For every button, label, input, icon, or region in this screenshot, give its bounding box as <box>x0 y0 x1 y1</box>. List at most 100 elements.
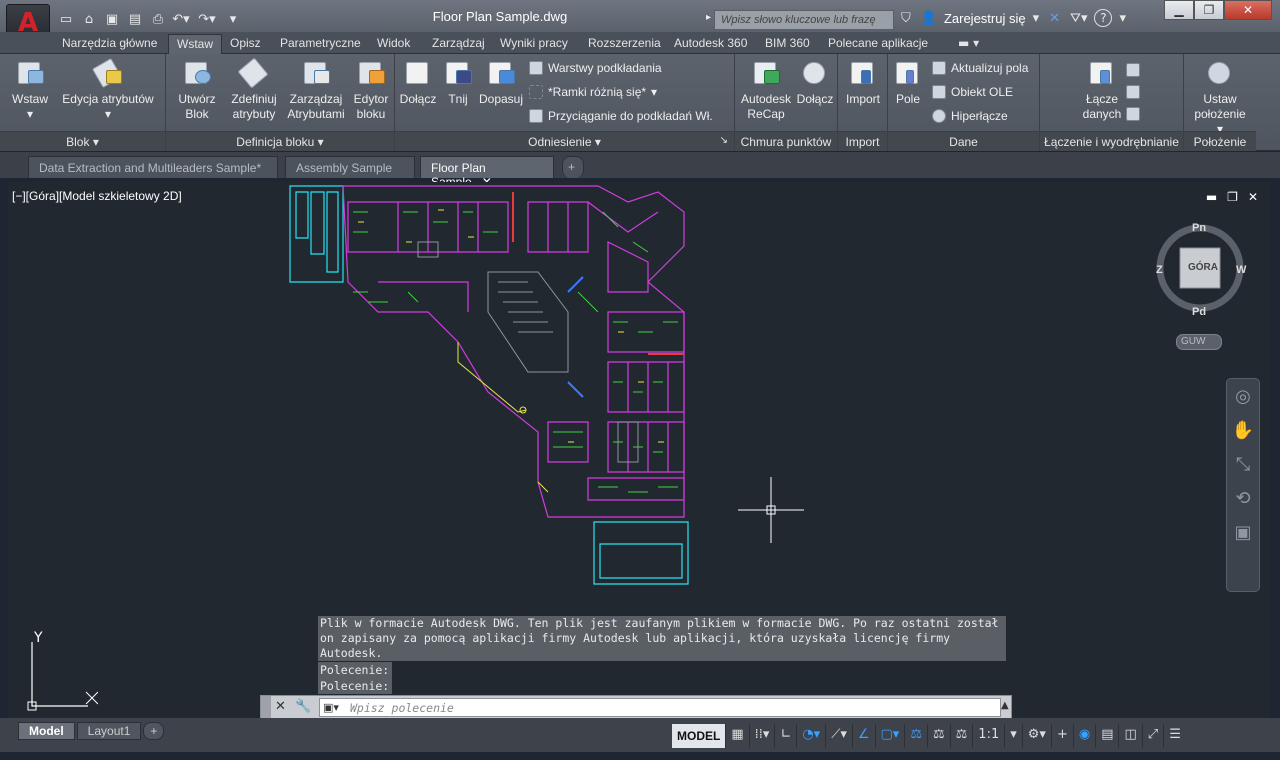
scale-chevron-icon[interactable]: ▾ <box>1005 724 1023 748</box>
steering-wheel-icon[interactable]: ◎ <box>1227 379 1259 413</box>
warstwy-podkladania-button[interactable]: Warstwy podkładania <box>529 58 662 78</box>
a360-icon[interactable]: ⛛▾ <box>1067 11 1090 26</box>
customization-menu-icon[interactable]: ☰ <box>1164 724 1186 748</box>
command-prompt-icon[interactable]: ▣▾ <box>323 701 339 714</box>
download-from-source-icon[interactable] <box>1126 60 1140 80</box>
quick-properties-icon[interactable]: ▤ <box>1096 724 1120 748</box>
tab-widok[interactable]: Widok <box>369 34 418 54</box>
layout-tab-model[interactable]: Model <box>18 722 75 740</box>
showmotion-icon[interactable]: ▣ <box>1227 515 1259 549</box>
zdefiniuj-atrybuty-button[interactable]: Zdefiniuj atrybuty <box>226 57 282 122</box>
close-icon[interactable]: ✕ <box>275 699 286 714</box>
search-input[interactable]: Wpisz słowo kluczowe lub frazę <box>714 10 894 30</box>
ustaw-polozenie-button[interactable]: Ustaw położenie ▾ <box>1190 58 1250 137</box>
doc-tab-data-extraction[interactable]: Data Extraction and Multileaders Sample* <box>28 156 278 178</box>
open-icon[interactable]: ⌂ <box>79 10 99 28</box>
viewcube[interactable]: GÓRA Pn Pd Z W GUW <box>1154 222 1246 350</box>
object-snap-icon[interactable]: ▢▾ <box>876 724 906 748</box>
minimize-icon[interactable]: ▁ <box>1164 0 1194 20</box>
tab-opisz[interactable]: Opisz <box>222 34 269 54</box>
viewport-controls-label[interactable]: [−][Góra][Model szkieletowy 2D] <box>12 189 182 203</box>
annotation-monitor-icon[interactable]: + <box>1052 724 1074 748</box>
tab-bim-360[interactable]: BIM 360 <box>757 34 818 54</box>
tab-polecane-aplikacje[interactable]: Polecane aplikacje <box>820 34 936 54</box>
viewport-restore-icon[interactable]: ❐ <box>1227 190 1238 204</box>
new-icon[interactable]: ▭ <box>56 10 76 28</box>
hiperlacze-button[interactable]: Hiperłącze <box>932 106 1008 126</box>
pan-icon[interactable]: ✋ <box>1227 413 1259 447</box>
user-icon[interactable]: 👤 <box>918 11 940 26</box>
command-input[interactable]: Wpisz polecenie <box>319 698 1001 717</box>
edycja-atrybutow-button[interactable]: Edycja atrybutów ▾ <box>58 57 158 122</box>
command-line-grip[interactable] <box>261 696 271 719</box>
chevron-down-icon[interactable]: ▾ <box>1116 11 1129 26</box>
grid-icon[interactable]: ▦ <box>726 724 750 748</box>
customize-icon[interactable]: ▾ <box>223 10 243 28</box>
tab-rozszerzenia[interactable]: Rozszerzenia <box>580 34 669 54</box>
snap-icon[interactable]: ⁞⁞▾ <box>750 724 776 748</box>
close-icon[interactable]: ✕ <box>1224 0 1272 20</box>
upload-to-source-icon[interactable] <box>1126 82 1140 102</box>
panel-odniesienie-label[interactable]: Odniesienie ▾ ↘ <box>395 131 734 151</box>
save-icon[interactable]: ▣ <box>102 10 122 28</box>
aktualizuj-pola-button[interactable]: Aktualizuj pola <box>932 58 1028 78</box>
tab-autodesk-360[interactable]: Autodesk 360 <box>666 34 755 54</box>
tab-wyniki-pracy[interactable]: Wyniki pracy <box>492 34 576 54</box>
dopasuj-button[interactable]: Dopasuj <box>477 58 525 107</box>
auto-scale-icon[interactable]: ⚖ <box>928 724 951 748</box>
ramki-dropdown[interactable]: *Ramki różnią się* ▾ <box>529 82 657 102</box>
clean-screen-icon[interactable]: ⤢ <box>1143 724 1165 748</box>
utworz-blok-button[interactable]: Utwórz Blok <box>172 58 222 122</box>
edytor-bloku-button[interactable]: Edytor bloku <box>350 58 392 122</box>
layout-tab-layout1[interactable]: Layout1 <box>76 722 142 740</box>
exchange-icon[interactable]: ✕ <box>1046 11 1063 26</box>
wrench-icon[interactable]: 🔧 <box>295 699 311 714</box>
tab-zarzadzaj[interactable]: Zarządzaj <box>424 34 493 54</box>
search-expand-icon[interactable]: ▸ <box>706 12 711 23</box>
print-icon[interactable]: ⎙ <box>148 10 168 28</box>
chevron-down-icon[interactable]: ▾ <box>1030 11 1043 26</box>
polar-tracking-icon[interactable]: ◔▾ <box>797 724 827 748</box>
zarzadzaj-atrybutami-button[interactable]: Zarządzaj Atrybutami <box>284 58 348 122</box>
przyciaganie-dropdown[interactable]: Przyciąganie do podkładań Wł. <box>529 106 713 126</box>
viewcube-east-label[interactable]: W <box>1236 264 1246 276</box>
maximize-icon[interactable]: ❐ <box>1194 0 1224 20</box>
chevron-up-icon[interactable]: ▲ <box>1001 700 1009 711</box>
units-icon[interactable]: ◉ <box>1074 724 1097 748</box>
ortho-icon[interactable]: ∟ <box>775 724 798 748</box>
pole-button[interactable]: Pole <box>890 58 926 107</box>
orbit-icon[interactable]: ⟲ <box>1227 481 1259 515</box>
model-space-button[interactable]: MODEL <box>672 724 727 748</box>
doc-tab-floor-plan[interactable]: Floor Plan Sample✕ <box>420 156 554 189</box>
annotation-visibility-icon[interactable]: ⚖ <box>905 724 928 748</box>
viewcube-top-face[interactable]: GÓRA <box>1188 262 1218 273</box>
viewcube-south-label[interactable]: Pd <box>1192 306 1206 318</box>
viewport-minimize-icon[interactable]: ▬ <box>1206 190 1217 204</box>
tnij-button[interactable]: Tnij <box>441 58 475 107</box>
new-tab-button[interactable]: + <box>562 156 584 178</box>
viewcube-west-label[interactable]: Z <box>1156 264 1163 276</box>
chmura-dolacz-button[interactable]: Dołącz <box>795 58 835 107</box>
drawing-canvas[interactable]: [−][Góra][Model szkieletowy 2D] ▬ ❐ ✕ GÓ… <box>8 182 1270 720</box>
annotation-scale-value[interactable]: 1:1 <box>973 724 1006 748</box>
undo-icon[interactable]: ↶▾ <box>171 10 191 28</box>
zoom-icon[interactable]: ⤡ <box>1227 447 1259 481</box>
help-icon[interactable]: ? <box>1094 9 1113 27</box>
dolacz-button[interactable]: Dołącz <box>397 58 439 107</box>
workspace-gear-icon[interactable]: ⚙▾ <box>1023 724 1052 748</box>
binoculars-icon[interactable]: ⛉ <box>898 11 914 26</box>
tab-narzedzia-glowne[interactable]: Narzędzia główne <box>54 34 165 54</box>
viewcube-north-label[interactable]: Pn <box>1192 222 1206 234</box>
panel-definicja-bloku-label[interactable]: Definicja bloku ▾ <box>166 131 394 151</box>
ucs-menu-button[interactable]: GUW <box>1176 334 1222 350</box>
tab-wstaw[interactable]: Wstaw <box>168 34 222 54</box>
sign-in-button[interactable]: Zarejestruj się <box>944 11 1026 26</box>
viewport-close-icon[interactable]: ✕ <box>1248 190 1258 204</box>
add-layout-button[interactable]: + <box>143 722 165 740</box>
annotation-scale-icon[interactable]: ⚖ <box>951 724 974 748</box>
obiekt-ole-button[interactable]: Obiekt OLE <box>932 82 1013 102</box>
ribbon-options-icon[interactable]: ▬ ▾ <box>950 34 987 54</box>
wstaw-button[interactable]: Wstaw ▾ <box>6 58 54 122</box>
panel-blok-label[interactable]: Blok ▾ <box>0 131 165 151</box>
doc-tab-assembly[interactable]: Assembly Sample <box>285 156 415 178</box>
